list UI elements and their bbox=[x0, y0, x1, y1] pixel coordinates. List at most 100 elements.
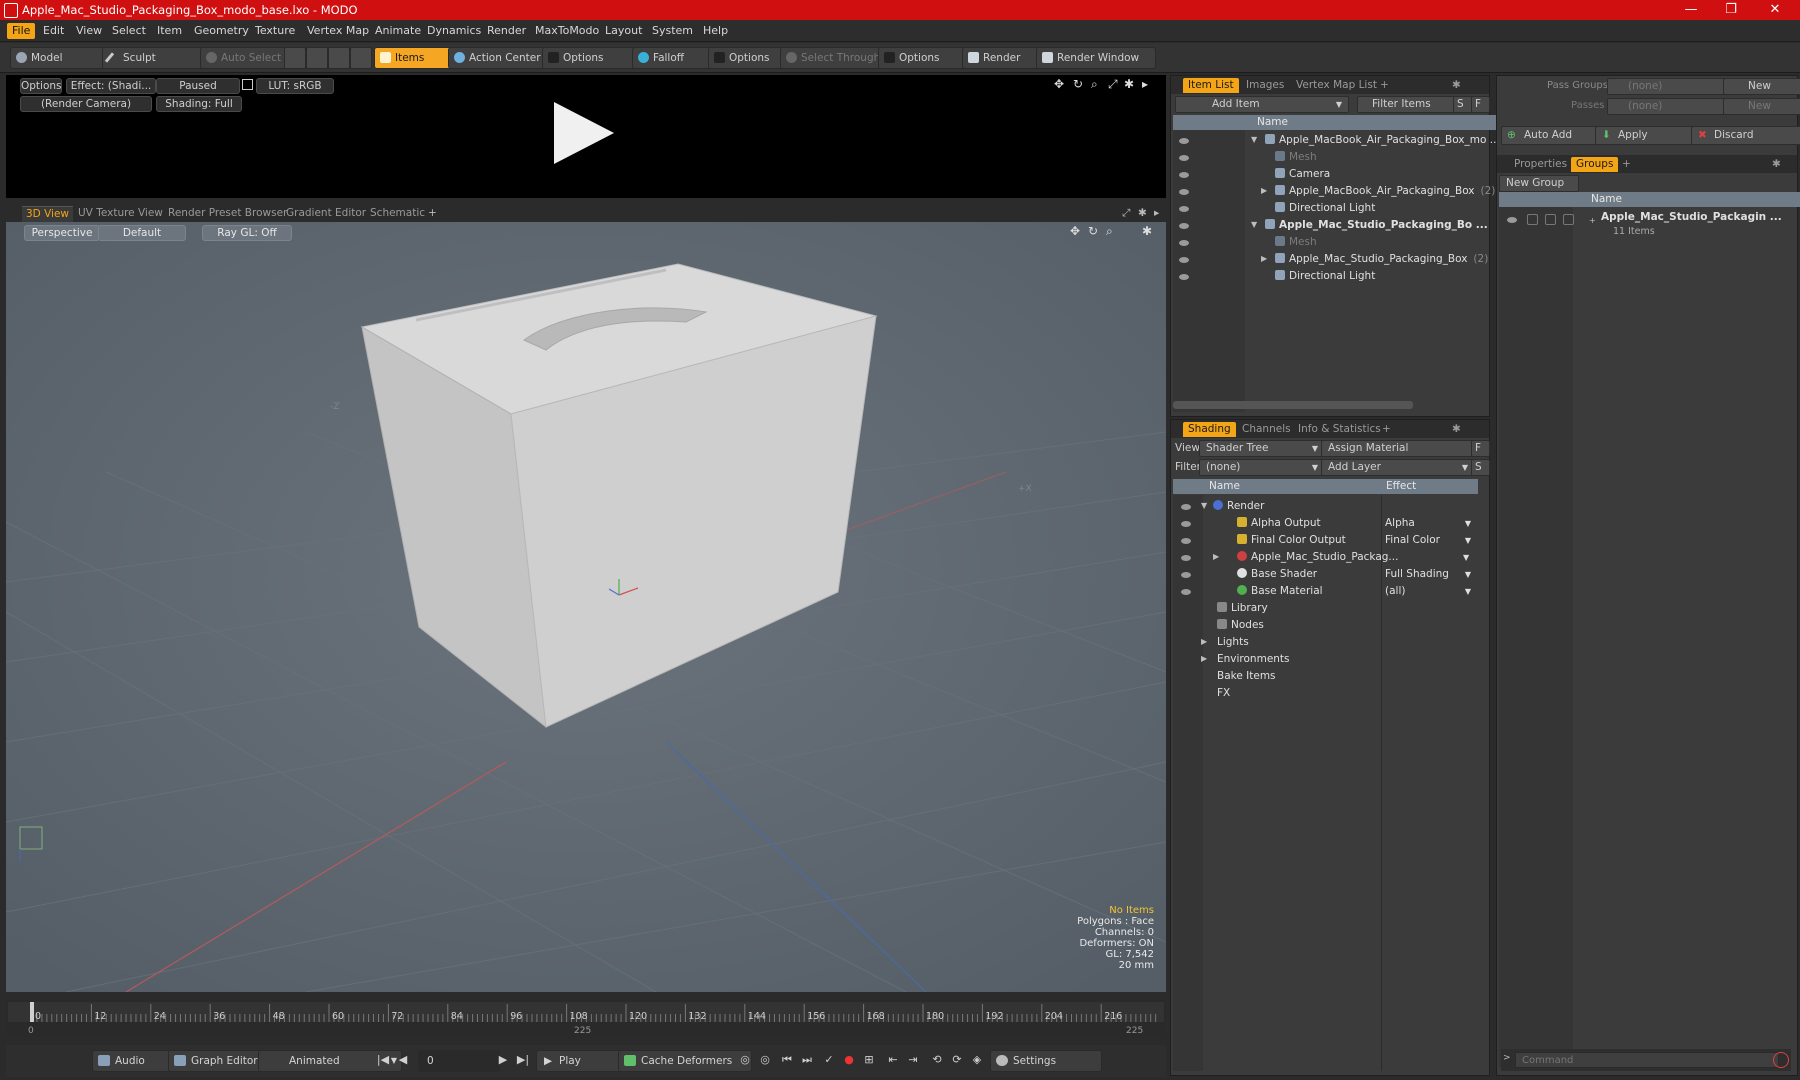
effect-dropdown[interactable]: Full Shading ▼ bbox=[1385, 566, 1473, 583]
command-input[interactable] bbox=[1515, 1052, 1779, 1068]
new-pass-group-button[interactable]: New bbox=[1723, 78, 1800, 95]
collapse-icon[interactable]: ▼ bbox=[1201, 501, 1207, 510]
shader-tree-row[interactable]: FX bbox=[1217, 685, 1230, 702]
select-toggle[interactable] bbox=[1563, 214, 1574, 225]
eye-icon[interactable] bbox=[1179, 172, 1189, 178]
eye-icon[interactable] bbox=[1181, 555, 1191, 561]
collapse-icon[interactable]: ▼ bbox=[1251, 135, 1257, 144]
close-button[interactable]: ✕ bbox=[1760, 2, 1790, 18]
menu-edit[interactable]: Edit bbox=[38, 23, 69, 39]
autokey-icon[interactable]: ◎ bbox=[756, 1050, 774, 1070]
menu-view[interactable]: View bbox=[71, 23, 107, 39]
view-dropdown[interactable]: Shader Tree ▼ bbox=[1199, 440, 1325, 457]
tab-gradient-editor[interactable]: Gradient Editor bbox=[282, 206, 370, 221]
set-key-icon[interactable]: ✓ bbox=[820, 1050, 838, 1070]
add-tab-button[interactable]: + bbox=[424, 206, 441, 221]
eye-icon[interactable] bbox=[1181, 538, 1191, 544]
shading-dropdown[interactable]: Shading: Full bbox=[156, 96, 242, 112]
command-history-icon[interactable] bbox=[1773, 1052, 1789, 1068]
eye-icon[interactable] bbox=[1181, 504, 1191, 510]
step-back-icon[interactable]: ⇤ bbox=[884, 1050, 902, 1070]
rotate-view-icon[interactable]: ↻ bbox=[1088, 224, 1098, 238]
tab-uv-texture-view[interactable]: UV Texture View bbox=[74, 206, 167, 221]
render-preview[interactable]: Options Effect: (Shadi... Paused LUT: sR… bbox=[6, 75, 1166, 198]
polygons-mode-icon[interactable] bbox=[328, 47, 350, 69]
eye-icon[interactable] bbox=[1181, 521, 1191, 527]
eye-icon[interactable] bbox=[1179, 257, 1189, 263]
gear-icon[interactable]: ✱ bbox=[1447, 78, 1466, 93]
eye-icon[interactable] bbox=[1179, 223, 1189, 229]
loop-icon[interactable]: ⟲ bbox=[928, 1050, 946, 1070]
expand-icon[interactable]: ▶ bbox=[1201, 637, 1207, 646]
shader-tree-row[interactable]: Nodes bbox=[1217, 617, 1264, 634]
item-list-row[interactable]: Apple_Mac_Studio_Packaging_Bo ... bbox=[1265, 217, 1488, 234]
tab-3d-view[interactable]: 3D View bbox=[22, 206, 74, 222]
preview-options-button[interactable]: Options bbox=[20, 78, 62, 94]
select-through-options-button[interactable]: Options bbox=[878, 47, 974, 69]
shader-tree-row[interactable]: Lights bbox=[1217, 634, 1249, 651]
minimize-button[interactable]: — bbox=[1676, 2, 1706, 18]
item-list-row[interactable]: Apple_Mac_Studio_Packaging_Box (2) bbox=[1275, 251, 1488, 268]
shader-tree-row[interactable]: Alpha Output bbox=[1237, 515, 1321, 532]
menu-texture[interactable]: Texture bbox=[250, 23, 300, 39]
passes-dropdown[interactable]: (none) bbox=[1607, 98, 1739, 115]
collapse-icon[interactable]: ▼ bbox=[1251, 220, 1257, 229]
eye-icon[interactable] bbox=[1181, 589, 1191, 595]
menu-system[interactable]: System bbox=[647, 23, 698, 39]
effect-dropdown[interactable]: Effect: (Shadi... bbox=[66, 78, 156, 94]
shader-tree-row[interactable]: Bake Items bbox=[1217, 668, 1276, 685]
key-all-icon[interactable]: ⊞ bbox=[860, 1050, 878, 1070]
expand-icon[interactable]: ⤢ bbox=[1118, 206, 1134, 221]
item-list-row[interactable]: Directional Light bbox=[1275, 268, 1375, 285]
tab-vertex-map-list[interactable]: Vertex Map List bbox=[1291, 78, 1382, 93]
menu-animate[interactable]: Animate bbox=[370, 23, 426, 39]
shader-tree-row[interactable]: Base Shader bbox=[1237, 566, 1317, 583]
eye-icon[interactable] bbox=[1179, 189, 1189, 195]
gear-icon[interactable]: ✱ bbox=[1134, 206, 1151, 221]
menu-layout[interactable]: Layout bbox=[600, 23, 647, 39]
previous-key-icon[interactable]: ◀ bbox=[394, 1050, 412, 1070]
effect-dropdown[interactable]: Alpha ▼ bbox=[1385, 515, 1473, 532]
add-item-dropdown[interactable]: Add Item ▼ bbox=[1175, 96, 1349, 113]
f-button[interactable]: F bbox=[1471, 440, 1490, 457]
arrow-right-icon[interactable]: ▸ bbox=[1142, 77, 1148, 91]
next-key-icon[interactable]: ▶ bbox=[494, 1050, 512, 1070]
prev-keyframe-icon[interactable]: ⏮ bbox=[778, 1050, 796, 1070]
eye-icon[interactable] bbox=[1179, 206, 1189, 212]
menu-maxtomodo[interactable]: MaxToModo bbox=[530, 23, 604, 39]
perspective-dropdown[interactable]: Perspective bbox=[24, 225, 100, 241]
first-frame-icon[interactable]: |◀ bbox=[374, 1050, 392, 1070]
shader-tree-row[interactable]: Base Material bbox=[1237, 583, 1323, 600]
menu-geometry[interactable]: Geometry bbox=[189, 23, 254, 39]
shader-tree-row[interactable]: Environments bbox=[1217, 651, 1290, 668]
menu-vertex-map[interactable]: Vertex Map bbox=[302, 23, 374, 39]
gear-icon[interactable]: ✱ bbox=[1447, 422, 1466, 437]
lock-toggle[interactable] bbox=[1545, 214, 1556, 225]
filter-items-field[interactable]: Filter Items bbox=[1357, 96, 1463, 113]
raygl-dropdown[interactable]: Ray GL: Off bbox=[202, 225, 292, 241]
cache-deformers-button[interactable]: Cache Deformers bbox=[618, 1050, 752, 1072]
f-button[interactable]: F bbox=[1471, 96, 1490, 113]
lock-icon[interactable] bbox=[242, 79, 253, 90]
effect-dropdown[interactable]: (all) ▼ bbox=[1385, 583, 1473, 600]
zoom-icon[interactable]: ⌕ bbox=[1106, 224, 1113, 239]
move-view-icon[interactable]: ✥ bbox=[1054, 77, 1064, 91]
discard-button[interactable]: ✖ Discard bbox=[1691, 126, 1800, 145]
menu-dynamics[interactable]: Dynamics bbox=[422, 23, 486, 39]
eye-icon[interactable] bbox=[1179, 240, 1189, 246]
item-list-row[interactable]: Directional Light bbox=[1275, 200, 1375, 217]
eye-icon[interactable] bbox=[1179, 274, 1189, 280]
sculpt-mode-button[interactable]: Sculpt bbox=[102, 47, 212, 69]
tab-shading[interactable]: Shading bbox=[1183, 422, 1236, 437]
menu-help[interactable]: Help bbox=[698, 23, 733, 39]
eye-icon[interactable] bbox=[1507, 217, 1517, 223]
play-icon[interactable] bbox=[554, 102, 614, 164]
maximize-button[interactable]: ❐ bbox=[1716, 2, 1746, 18]
expand-icon[interactable]: ▶ bbox=[1261, 186, 1267, 195]
item-list-row[interactable]: Camera bbox=[1275, 166, 1330, 183]
zoom-icon[interactable]: ⌕ bbox=[1091, 77, 1098, 92]
new-group-button[interactable]: New Group bbox=[1499, 175, 1579, 192]
effect-dropdown[interactable]: Final Color ▼ bbox=[1385, 532, 1473, 549]
expand-icon[interactable]: ▶ bbox=[1213, 552, 1219, 561]
add-layer-dropdown[interactable]: Add Layer ▼ bbox=[1321, 459, 1475, 476]
